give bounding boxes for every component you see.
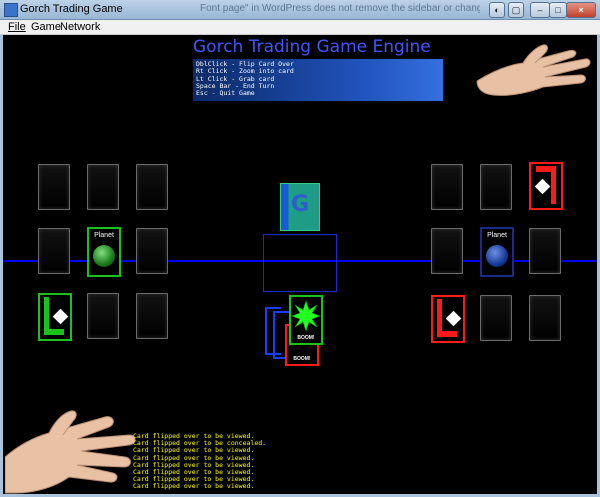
- player-hand-image: [5, 410, 136, 494]
- background-window-title: Font page" in WordPress does not remove …: [200, 3, 480, 14]
- card-slot[interactable]: [38, 228, 70, 274]
- opponent-hand-image: [476, 44, 591, 96]
- deck-letter: G: [290, 192, 310, 217]
- planet-label: Planet: [487, 232, 507, 239]
- card-slot[interactable]: [480, 295, 512, 341]
- card-slot[interactable]: [38, 164, 70, 210]
- menu-game[interactable]: Game: [31, 20, 61, 34]
- minimize-icon[interactable]: –: [530, 2, 550, 18]
- help-button-icon[interactable]: ▢: [508, 2, 524, 18]
- game-canvas[interactable]: Gorch Trading Game Engine DblClick - Fli…: [3, 35, 597, 494]
- action-card-left[interactable]: [38, 293, 72, 341]
- app-window: Gorch Trading Game Font page" in WordPre…: [0, 0, 600, 497]
- card-slot[interactable]: [529, 295, 561, 341]
- log-line: Card flipped over to be viewed.: [133, 482, 255, 491]
- card-slot[interactable]: [136, 164, 168, 210]
- planet-orb-icon: [93, 245, 115, 267]
- arrow-icon: [534, 178, 551, 195]
- boom-label: BOOM!: [297, 335, 315, 341]
- draw-deck[interactable]: G: [280, 183, 320, 231]
- card-slot[interactable]: [87, 293, 119, 339]
- help-line: Esc - Quit Game: [196, 89, 255, 98]
- menu-network[interactable]: Network: [60, 20, 100, 34]
- arrow-icon: [445, 310, 462, 327]
- event-log: Card flipped over to be viewed. Card fli…: [133, 432, 266, 491]
- menu-bar: File Game Network: [0, 20, 600, 35]
- controls-help-panel: DblClick - Flip Card Over Rt Click - Zoo…: [193, 59, 443, 101]
- boom-burst-icon: [291, 300, 321, 332]
- arrow-icon: [52, 308, 69, 325]
- app-icon: [4, 3, 18, 17]
- title-bar[interactable]: Gorch Trading Game Font page" in WordPre…: [0, 0, 600, 20]
- window-title: Gorch Trading Game: [20, 3, 123, 15]
- planet-card-left[interactable]: Planet: [87, 227, 121, 277]
- card-slot[interactable]: [136, 293, 168, 339]
- planet-card-right[interactable]: Planet: [480, 227, 514, 277]
- action-card-right-top[interactable]: [529, 162, 563, 210]
- menu-file[interactable]: File: [8, 20, 26, 34]
- close-icon[interactable]: ×: [566, 2, 596, 18]
- card-slot[interactable]: [136, 228, 168, 274]
- l-shape-icon-base: [437, 331, 457, 337]
- card-slot[interactable]: [529, 228, 561, 274]
- card-slot[interactable]: [431, 164, 463, 210]
- action-card-right[interactable]: [431, 295, 465, 343]
- card-slot[interactable]: [87, 164, 119, 210]
- play-area[interactable]: [263, 234, 337, 292]
- extra-button-icon[interactable]: ◐: [489, 2, 505, 18]
- played-card-top[interactable]: BOOM!: [289, 295, 323, 345]
- card-slot[interactable]: [480, 164, 512, 210]
- l-shape-icon-base: [536, 166, 556, 172]
- boom-label: BOOM!: [293, 356, 311, 362]
- engine-title: Gorch Trading Game Engine: [193, 37, 431, 57]
- planet-label: Planet: [94, 232, 114, 239]
- l-shape-icon-base: [44, 329, 64, 335]
- planet-orb-icon: [486, 245, 508, 267]
- card-slot[interactable]: [431, 228, 463, 274]
- maximize-icon[interactable]: □: [549, 2, 567, 18]
